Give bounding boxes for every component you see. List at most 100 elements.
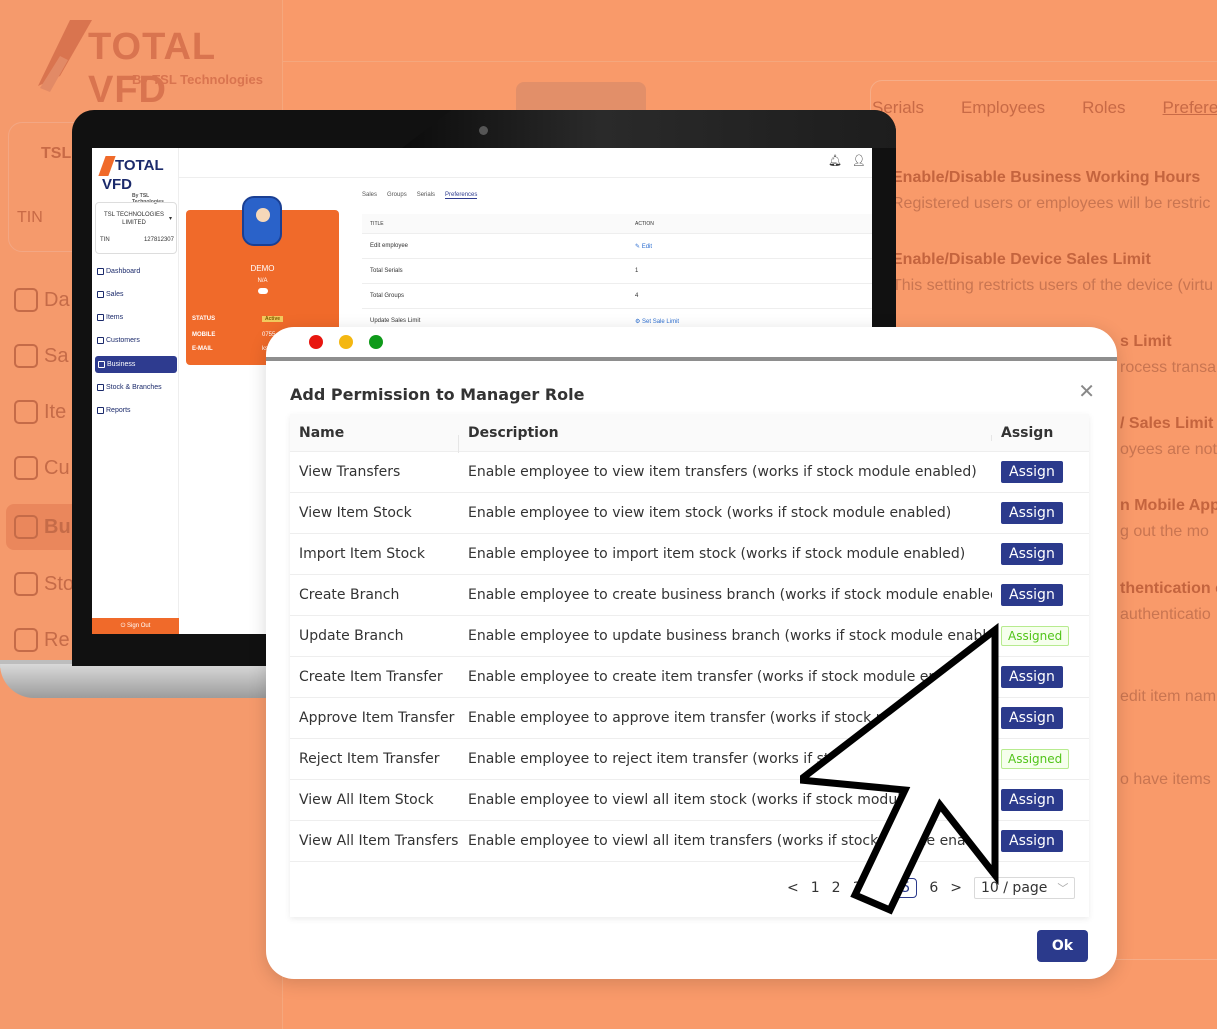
sign-out-button[interactable]: ⏻ Sign Out — [92, 618, 179, 634]
permission-description: Enable employee to approve item transfer… — [468, 710, 992, 726]
permission-name: Reject Item Transfer — [299, 751, 440, 767]
assign-button[interactable]: Assign — [1001, 789, 1063, 811]
assign-cell: Assign — [992, 502, 1089, 524]
table-row: Create Branch Enable employee to create b… — [290, 575, 1089, 616]
maximize-window-icon[interactable] — [369, 335, 383, 349]
permission-name: Update Branch — [299, 628, 404, 644]
status-badge: Active — [262, 316, 284, 322]
sidebar-item-stock-branches[interactable]: Stock & Branches — [97, 384, 162, 391]
assign-button[interactable]: Assign — [1001, 707, 1063, 729]
assign-button[interactable]: Assign — [1001, 543, 1063, 565]
screen-sidebar: TOTAL VFD By TSL Technologies TSL TECHNOL… — [92, 148, 179, 634]
chevron-down-icon: ﹀ — [1057, 882, 1069, 895]
background-setting: / Sales Limit oyees are not — [1120, 415, 1217, 458]
tab-preferences[interactable]: Preferences — [445, 192, 478, 199]
stock-icon — [97, 384, 104, 391]
business-icon — [98, 361, 105, 368]
screen-tabs: Sales Groups Serials Preferences — [362, 192, 478, 199]
permission-description: Enable employee to view item stock (work… — [468, 505, 952, 521]
table-row: Reject Item Transfer Enable employee to r… — [290, 739, 1089, 780]
permission-name: View All Item Transfers — [299, 833, 459, 849]
screen-header: 🔔︎ 👤︎ — [179, 148, 872, 178]
sidebar-item-dashboard[interactable]: Dashboard — [97, 268, 140, 275]
dashboard-icon — [97, 268, 104, 275]
table-row: Approve Item Transfer Enable employee to … — [290, 698, 1089, 739]
tab-sales[interactable]: Sales — [362, 192, 377, 199]
sidebar-item-customers[interactable]: Customers — [97, 337, 140, 344]
background-setting: Enable/Disable Device Sales Limit This se… — [892, 251, 1213, 294]
close-icon[interactable]: ✕ — [1078, 379, 1095, 403]
assign-button[interactable]: Assign — [1001, 461, 1063, 483]
page-4[interactable]: 4 — [874, 880, 883, 896]
page-size-select[interactable]: 10 / page ﹀ — [974, 877, 1076, 899]
page-1[interactable]: 1 — [811, 880, 820, 896]
table-header: TITLE ACTION — [362, 214, 872, 234]
assign-cell: Assign — [992, 830, 1089, 852]
assign-button[interactable]: Assign — [1001, 584, 1063, 606]
sidebar-item-reports[interactable]: Reports — [97, 407, 131, 414]
assign-cell: Assigned — [992, 626, 1089, 646]
minimize-window-icon[interactable] — [339, 335, 353, 349]
permission-description: Enable employee to create business branc… — [468, 587, 992, 603]
permission-description: Enable employee to import item stock (wo… — [468, 546, 966, 562]
sidebar-item-items[interactable]: Items — [97, 314, 123, 321]
reports-icon — [97, 407, 104, 414]
screen-company-card[interactable]: TSL TECHNOLOGIES LIMITED ▾ TIN 127812307 — [95, 202, 177, 254]
assign-cell: Assign — [992, 461, 1089, 483]
table-row: View Transfers Enable employee to view it… — [290, 452, 1089, 493]
sidebar-item-sales[interactable]: Sales — [97, 291, 124, 298]
status-toggle[interactable] — [258, 288, 268, 294]
background-nav-sales: Sa — [14, 344, 68, 368]
permission-description: Enable employee to viewl all item transf… — [468, 833, 992, 849]
stock-icon — [14, 572, 38, 596]
ok-button[interactable]: Ok — [1037, 930, 1088, 962]
next-page-button[interactable]: > — [950, 880, 962, 896]
tab-serials[interactable]: Serials — [417, 192, 435, 199]
set-sale-limit-link[interactable]: ⚙ Set Sale Limit — [635, 318, 679, 325]
permission-description: Enable employee to viewl all item stock … — [468, 792, 976, 808]
background-setting: thentication c authenticatio — [1120, 580, 1217, 623]
permission-modal-window: Add Permission to Manager Role ✕ Name De… — [266, 327, 1117, 979]
permission-name: Import Item Stock — [299, 546, 425, 562]
assign-button[interactable]: Assign — [1001, 830, 1063, 852]
page-5-current[interactable]: 5 — [894, 878, 918, 898]
status-label: STATUS — [192, 316, 216, 322]
page-6[interactable]: 6 — [929, 880, 938, 896]
close-window-icon[interactable] — [309, 335, 323, 349]
background-setting: edit item nam — [1120, 688, 1217, 705]
table-row: View Item Stock Enable employee to view i… — [290, 493, 1089, 534]
screen-employee-table: TITLE ACTION Edit employee ✎ Edit Total Se… — [362, 214, 872, 334]
background-tab-employees: Employees — [960, 98, 1046, 117]
prev-page-button[interactable]: < — [787, 880, 799, 896]
background-nav-stock: Sto — [14, 572, 74, 596]
permission-description: Enable employee to reject item transfer … — [468, 751, 977, 767]
tin-value: 127812307 — [143, 237, 174, 243]
assign-button[interactable]: Assign — [1001, 502, 1063, 524]
items-icon — [97, 314, 104, 321]
permission-name: Create Branch — [299, 587, 400, 603]
table-row: Edit employee ✎ Edit — [362, 234, 872, 259]
edit-link[interactable]: ✎ Edit — [635, 243, 652, 250]
user-icon[interactable]: 👤︎ — [852, 154, 866, 167]
customers-icon — [14, 456, 38, 480]
column-name: Name — [290, 425, 459, 453]
table-row: View All Item Transfers Enable employee t… — [290, 821, 1089, 862]
page-2[interactable]: 2 — [832, 880, 841, 896]
window-divider — [266, 357, 1117, 361]
page-3[interactable]: 3 — [853, 880, 862, 896]
tab-groups[interactable]: Groups — [387, 192, 407, 199]
bell-icon[interactable]: 🔔︎ — [828, 154, 842, 167]
assign-cell: Assign — [992, 707, 1089, 729]
background-logo-subtitle: By TSL Technologies — [132, 72, 263, 87]
background-setting: Enable/Disable Business Working Hours Reg… — [892, 169, 1211, 212]
permission-name: View All Item Stock — [299, 792, 434, 808]
assign-button[interactable]: Assign — [1001, 666, 1063, 688]
background-topbar — [283, 0, 1217, 62]
permission-name: View Transfers — [299, 464, 401, 480]
table-row: Create Item Transfer Enable employee to c… — [290, 657, 1089, 698]
sidebar-item-business[interactable]: Business — [95, 356, 177, 373]
table-row: View All Item Stock Enable employee to vi… — [290, 780, 1089, 821]
reports-icon — [14, 628, 38, 652]
assign-cell: Assign — [992, 584, 1089, 606]
background-setting: o have items — [1120, 771, 1211, 788]
